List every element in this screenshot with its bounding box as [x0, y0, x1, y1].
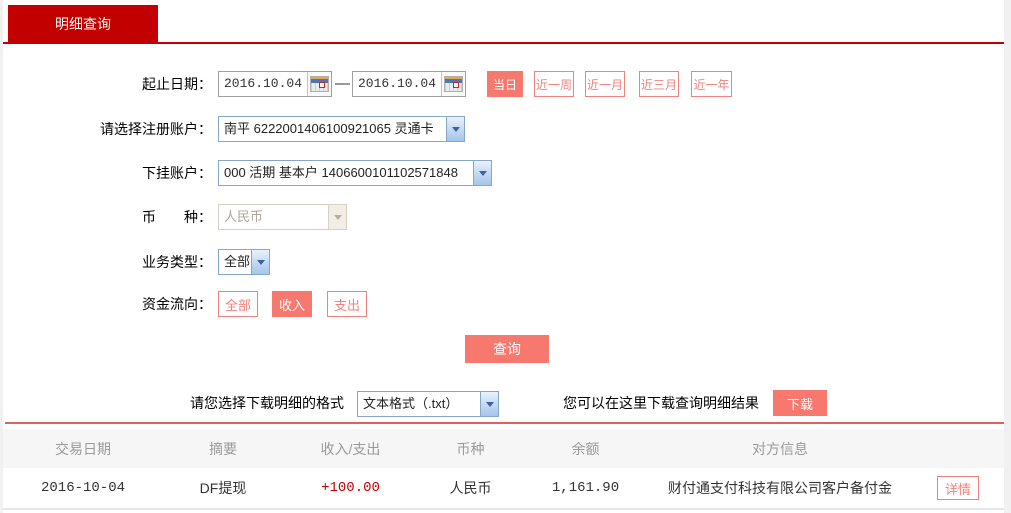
table-top-divider: [5, 422, 1004, 424]
quick-range-last-week-button[interactable]: 近一周: [534, 71, 574, 97]
date-range-separator: —: [335, 75, 350, 92]
page-right-gutter: [1004, 0, 1011, 513]
table-header: 交易日期 摘要 收入/支出 币种 余额 对方信息: [3, 429, 1004, 468]
download-hint: 您可以在这里下载查询明细结果: [563, 395, 759, 411]
date-range-label: 起止日期：: [142, 76, 212, 92]
end-date-value: 2016.10.04: [357, 76, 436, 91]
col-header-amount: 收入/支出: [320, 440, 381, 457]
col-header-balance: 余额: [571, 440, 600, 457]
sub-account-label: 下挂账户：: [142, 165, 212, 181]
download-format-select[interactable]: 文本格式（.txt）: [357, 391, 499, 417]
download-row: 请您选择下载明细的格式 文本格式（.txt） 您可以在这里下载查询明细结果 下载: [0, 390, 1004, 417]
cell-balance: 1,161.90: [551, 480, 620, 496]
quick-range-3-months-button[interactable]: 近三月: [639, 71, 679, 97]
quick-range-last-month-button[interactable]: 近一月: [585, 71, 625, 97]
chevron-down-icon[interactable]: [446, 117, 464, 141]
cell-date: 2016-10-04: [40, 480, 125, 496]
sub-account-value: 000 活期 基本户 1406600101102571848: [224, 165, 458, 180]
cell-amount: +100.00: [321, 480, 380, 496]
tab-detail-query[interactable]: 明细查询: [8, 5, 158, 42]
end-date-calendar-button[interactable]: [441, 72, 465, 96]
business-type-value: 全部: [224, 254, 251, 269]
sub-account-row: 下挂账户： 000 活期 基本户 1406600101102571848: [0, 160, 1004, 186]
chevron-down-icon[interactable]: [480, 392, 498, 416]
register-account-label: 请选择注册账户：: [100, 121, 212, 137]
cell-currency: 人民币: [449, 480, 492, 496]
download-format-value: 文本格式（.txt）: [363, 396, 459, 411]
currency-value: 人民币: [224, 209, 264, 224]
col-header-counterparty: 对方信息: [752, 440, 808, 457]
table-row: 2016-10-04 DF提现 +100.00 人民币 1,161.90 财付通…: [3, 468, 1004, 509]
register-account-row: 请选择注册账户： 南平 6222001406100921065 灵通卡: [0, 116, 1004, 142]
calendar-icon: [310, 76, 329, 92]
business-type-select[interactable]: 全部: [218, 249, 270, 275]
business-type-label: 业务类型：: [142, 254, 212, 270]
fund-flow-expense-button[interactable]: 支出: [327, 291, 367, 317]
sub-account-select[interactable]: 000 活期 基本户 1406600101102571848: [218, 160, 492, 186]
chevron-down-icon: [328, 205, 346, 229]
start-date-input[interactable]: 2016.10.04: [218, 71, 332, 97]
start-date-value: 2016.10.04: [223, 76, 302, 91]
register-account-select[interactable]: 南平 6222001406100921065 灵通卡: [218, 116, 465, 142]
quick-range-today-button[interactable]: 当日: [487, 71, 523, 97]
col-header-summary: 摘要: [209, 440, 237, 457]
fund-flow-row: 资金流向： 全部 收入 支出: [0, 291, 1004, 317]
date-range-row: 起止日期： 2016.10.04 — 2016.10.04 当日 近一周 近一月…: [0, 71, 1004, 97]
fund-flow-income-button[interactable]: 收入: [272, 291, 312, 317]
currency-row: 币 种： 人民币: [0, 204, 1004, 230]
col-header-currency: 币种: [456, 440, 485, 457]
cell-counterparty: 财付通支付科技有限公司客户备付金: [668, 480, 892, 496]
quick-range-last-year-button[interactable]: 近一年: [691, 71, 732, 97]
register-account-value: 南平 6222001406100921065 灵通卡: [224, 121, 434, 136]
fund-flow-all-button[interactable]: 全部: [218, 291, 258, 317]
business-type-row: 业务类型： 全部: [0, 249, 1004, 275]
calendar-icon: [444, 76, 463, 92]
download-button[interactable]: 下载: [773, 390, 827, 416]
tab-bar: 明细查询: [3, 0, 1004, 44]
download-format-label: 请您选择下载明细的格式: [190, 395, 344, 411]
currency-label: 币 种：: [142, 209, 212, 225]
detail-button[interactable]: 详情: [937, 476, 979, 500]
currency-select: 人民币: [218, 204, 347, 230]
chevron-down-icon[interactable]: [473, 161, 491, 185]
page-bottom-line: [3, 509, 1004, 510]
cell-summary: DF提现: [199, 480, 247, 496]
chevron-down-icon[interactable]: [251, 250, 269, 274]
end-date-input[interactable]: 2016.10.04: [352, 71, 466, 97]
start-date-calendar-button[interactable]: [307, 72, 331, 96]
col-header-date: 交易日期: [55, 440, 111, 457]
query-button[interactable]: 查询: [465, 335, 549, 363]
fund-flow-label: 资金流向：: [142, 296, 212, 312]
